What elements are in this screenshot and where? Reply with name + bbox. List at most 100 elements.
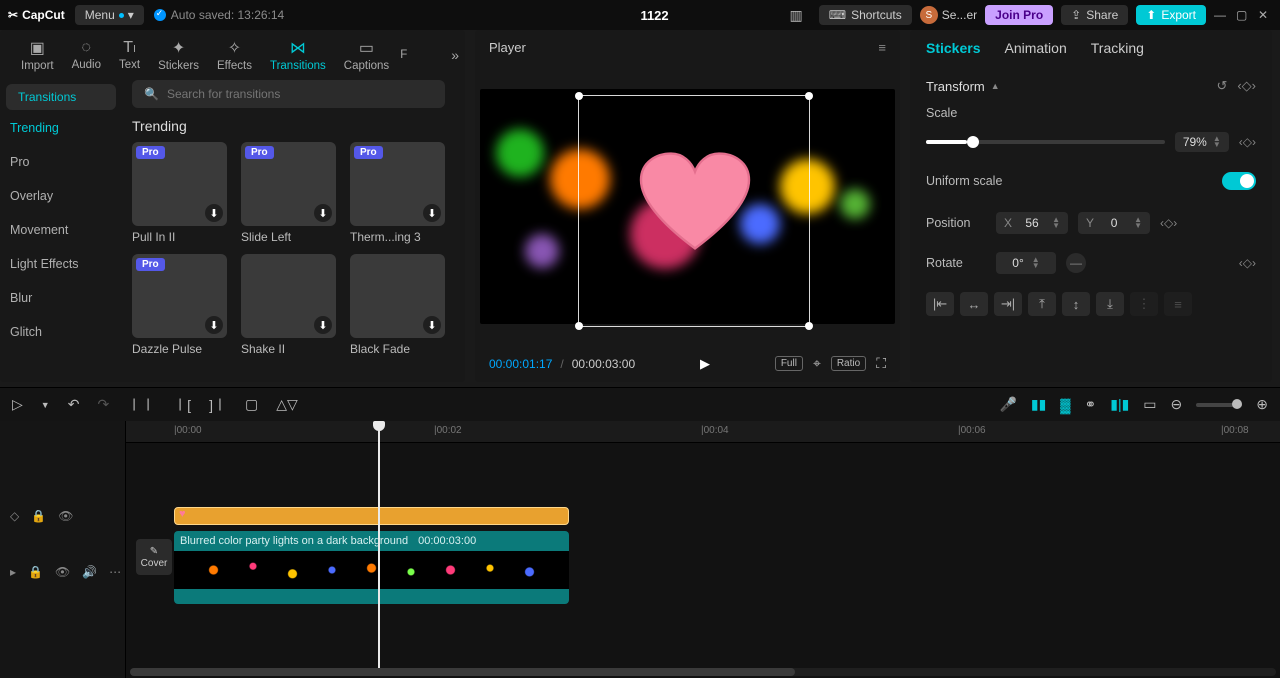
visibility-icon[interactable]: 👁 — [58, 509, 73, 523]
tab-captions[interactable]: ▭Captions — [335, 38, 398, 72]
export-button[interactable]: ⬆ Export — [1136, 5, 1206, 25]
video-clip[interactable]: Blurred color party lights on a dark bac… — [174, 531, 569, 604]
track-area[interactable]: ✎ Cover Blurred color party lights on a … — [126, 443, 1280, 678]
timeline-scrollbar[interactable] — [130, 668, 1276, 676]
resize-handle[interactable] — [805, 92, 813, 100]
transition-item[interactable]: Pro⬇ Dazzle Pulse — [132, 254, 227, 356]
full-button[interactable]: Full — [775, 356, 803, 371]
stepper-icon[interactable]: ▲▼ — [1052, 217, 1060, 229]
visibility-icon[interactable]: 👁 — [55, 565, 70, 579]
align-top-button[interactable]: ⤒ — [1028, 292, 1056, 316]
redo-button[interactable]: ↷ — [97, 396, 109, 413]
position-x-box[interactable]: X56▲▼ — [996, 212, 1068, 234]
zoom-out-icon[interactable]: ⊖ — [1171, 396, 1183, 413]
sticker-track-icon[interactable]: ◇ — [10, 509, 19, 523]
resize-handle[interactable] — [575, 92, 583, 100]
play-button[interactable]: ▶ — [700, 356, 710, 372]
download-icon[interactable]: ⬇ — [423, 316, 441, 334]
delete-tool[interactable]: ▢ — [245, 396, 258, 413]
scale-value-box[interactable]: 79%▲▼ — [1175, 132, 1229, 152]
transition-item[interactable]: Pro⬇ Slide Left — [241, 142, 336, 244]
ratio-button[interactable]: Ratio — [831, 356, 866, 371]
shortcuts-button[interactable]: ⌨ Shortcuts — [819, 5, 912, 25]
stepper-icon[interactable]: ▲▼ — [1213, 136, 1221, 148]
category-glitch[interactable]: Glitch — [6, 316, 116, 348]
preview-canvas[interactable] — [480, 89, 895, 324]
download-icon[interactable]: ⬇ — [314, 316, 332, 334]
split-tool[interactable]: 〡〡 — [127, 395, 155, 415]
share-button[interactable]: ⇪ Share — [1061, 5, 1128, 25]
uniform-scale-toggle[interactable] — [1222, 172, 1256, 190]
join-pro-button[interactable]: Join Pro — [985, 5, 1053, 25]
download-icon[interactable]: ⬇ — [423, 204, 441, 222]
tab-effects[interactable]: ✧Effects — [208, 38, 261, 72]
category-blur[interactable]: Blur — [6, 282, 116, 314]
category-pro[interactable]: Pro — [6, 146, 116, 178]
tab-animation-insp[interactable]: Animation — [1004, 40, 1066, 56]
pointer-dropdown[interactable]: ▼ — [41, 400, 50, 410]
tab-text[interactable]: TIText — [110, 39, 149, 71]
playhead[interactable] — [378, 421, 380, 668]
maximize-icon[interactable]: ▢ — [1236, 8, 1250, 22]
mirror-tool[interactable]: △▽ — [276, 396, 298, 413]
zoom-in-icon[interactable]: ⊕ — [1256, 396, 1268, 413]
link-icon[interactable]: ⚭ — [1085, 396, 1097, 413]
menu-button[interactable]: Menu ▾ — [75, 5, 144, 25]
category-overlay[interactable]: Overlay — [6, 180, 116, 212]
reset-icon[interactable]: ↺ — [1216, 78, 1227, 94]
transition-item[interactable]: ⬇ Shake II — [241, 254, 336, 356]
preview-quality-icon[interactable]: ▭ — [1143, 396, 1156, 413]
category-trending[interactable]: Trending — [6, 112, 116, 144]
minimize-icon[interactable]: — — [1214, 8, 1228, 22]
cover-button[interactable]: ✎ Cover — [136, 539, 172, 575]
keyframe-nav-icon[interactable]: ‹◇› — [1237, 78, 1256, 94]
tab-stickers-insp[interactable]: Stickers — [926, 40, 980, 56]
slider-knob[interactable] — [967, 136, 979, 148]
rotate-dial[interactable]: — — [1066, 253, 1086, 273]
scrollbar-thumb[interactable] — [130, 668, 795, 676]
snap-icon[interactable]: ▮▮ — [1031, 396, 1046, 413]
mic-icon[interactable]: 🎤 — [999, 396, 1016, 413]
position-y-box[interactable]: Y0▲▼ — [1078, 212, 1150, 234]
category-light-effects[interactable]: Light Effects — [6, 248, 116, 280]
lock-icon[interactable]: 🔒 — [31, 509, 46, 523]
more-icon[interactable]: ⋯ — [109, 565, 121, 579]
align-bottom-button[interactable]: ⤓ — [1096, 292, 1124, 316]
keyframe-nav-icon[interactable]: ‹◇› — [1239, 256, 1256, 270]
sticker-clip[interactable] — [174, 507, 569, 525]
video-track-icon[interactable]: ▸ — [10, 565, 16, 579]
tab-transitions[interactable]: ⋈Transitions — [261, 38, 335, 72]
scan-icon[interactable]: ⌖ — [813, 355, 821, 372]
undo-button[interactable]: ↶ — [68, 396, 80, 413]
transition-item[interactable]: Pro⬇ Pull In II — [132, 142, 227, 244]
align-center-v-button[interactable]: ↕ — [1062, 292, 1090, 316]
more-tabs-icon[interactable]: » — [451, 47, 459, 63]
keyframe-nav-icon[interactable]: ‹◇› — [1160, 216, 1177, 230]
category-pill[interactable]: Transitions — [6, 84, 116, 110]
tab-audio[interactable]: ◌Audio — [63, 39, 110, 71]
scale-slider[interactable] — [926, 140, 1165, 144]
tab-import[interactable]: ▣Import — [12, 38, 63, 72]
split-left-tool[interactable]: 〡[ — [173, 395, 191, 415]
stepper-icon[interactable]: ▲▼ — [1032, 257, 1040, 269]
preview-area[interactable] — [475, 65, 900, 347]
transition-item[interactable]: ⬇ Black Fade — [350, 254, 445, 356]
transition-item[interactable]: Pro⬇ Therm...ing 3 — [350, 142, 445, 244]
autosnap-icon[interactable]: ▓ — [1060, 397, 1070, 413]
magnet-icon[interactable]: ▮|▮ — [1110, 396, 1129, 413]
zoom-slider[interactable] — [1196, 403, 1242, 407]
download-icon[interactable]: ⬇ — [205, 316, 223, 334]
pointer-tool[interactable]: ▷ — [12, 396, 23, 413]
search-input[interactable] — [167, 87, 433, 101]
tab-stickers[interactable]: ✦Stickers — [149, 38, 208, 72]
mute-icon[interactable]: 🔊 — [82, 565, 97, 579]
download-icon[interactable]: ⬇ — [314, 204, 332, 222]
layout-icon[interactable]: ▥ — [790, 7, 803, 24]
resize-handle[interactable] — [805, 322, 813, 330]
timeline-ruler[interactable]: |00:00 |00:02 |00:04 |00:06 |00:08 — [126, 421, 1280, 443]
align-right-button[interactable]: ⇥| — [994, 292, 1022, 316]
download-icon[interactable]: ⬇ — [205, 204, 223, 222]
zoom-knob[interactable] — [1232, 399, 1242, 409]
search-box[interactable]: 🔍 — [132, 80, 445, 108]
transform-section[interactable]: Transform ▲ ↺ ‹◇› — [926, 68, 1256, 98]
